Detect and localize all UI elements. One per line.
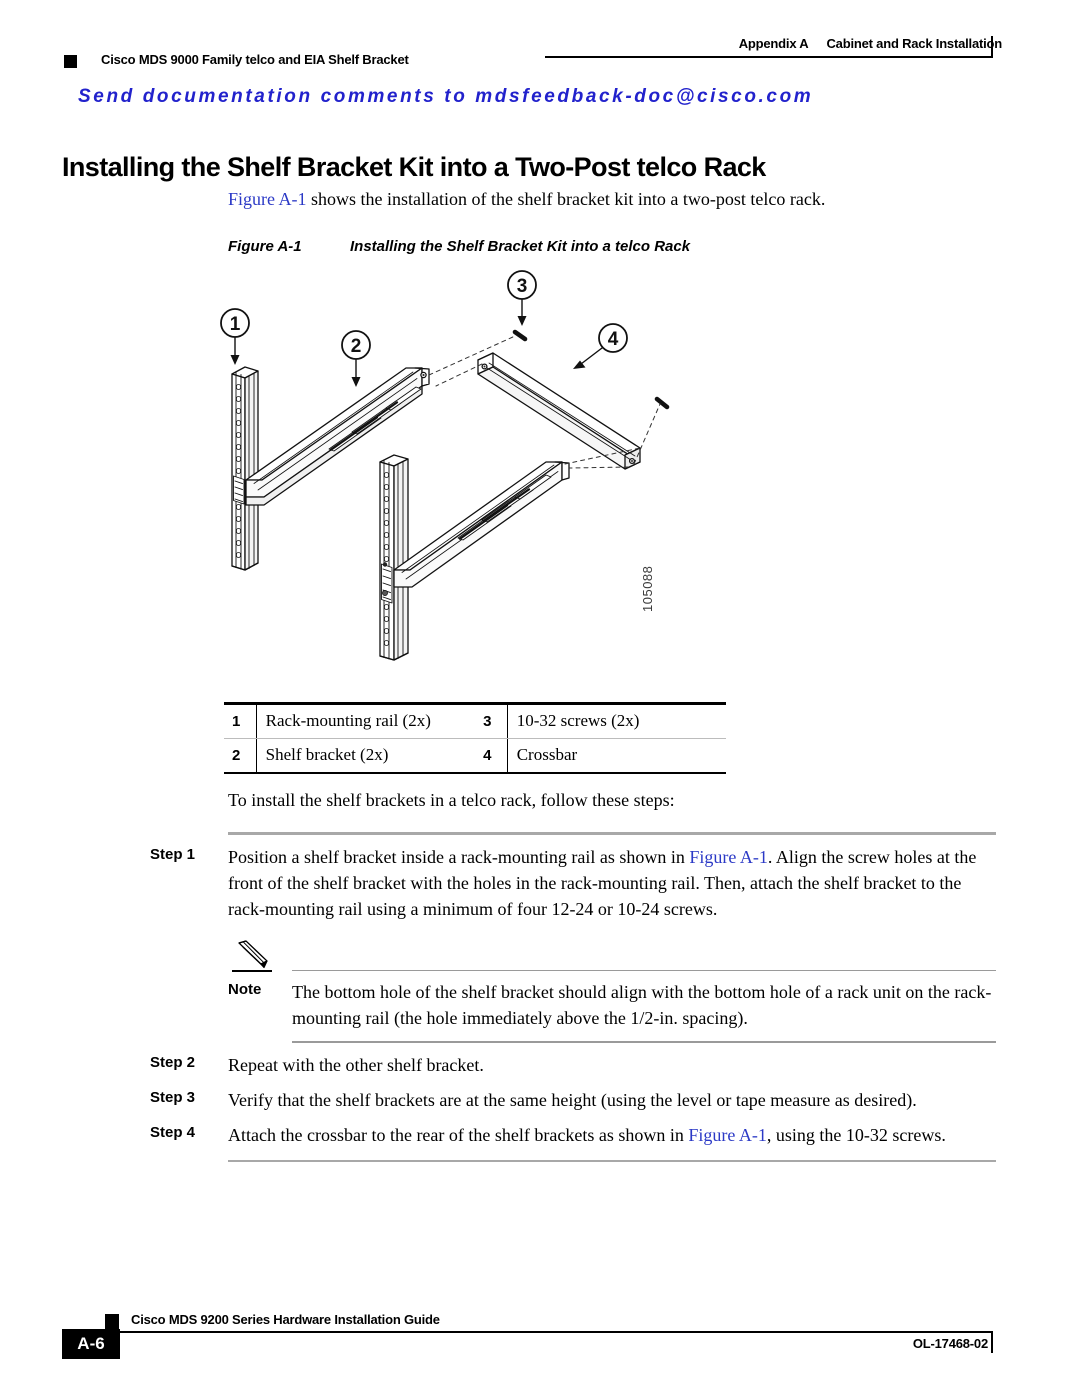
figure-caption-title: Installing the Shelf Bracket Kit into a … <box>350 238 691 255</box>
step-text: Position a shelf bracket inside a rack-m… <box>228 844 996 922</box>
figure-caption-number: Figure A-1 <box>228 238 302 255</box>
footer-rule <box>105 1331 992 1333</box>
step-text-post: , using the 10-32 screws. <box>766 1124 946 1145</box>
note-label: Note <box>228 981 262 998</box>
step-label: Step 2 <box>150 1053 196 1071</box>
table-row: 1 Rack-mounting rail (2x) 3 10-32 screws… <box>224 704 726 739</box>
step-text-pre: Attach the crossbar to the rear of the s… <box>228 1124 689 1145</box>
note-body: Note The bottom hole of the shelf bracke… <box>228 972 996 1031</box>
step-text-pre: Position a shelf bracket inside a rack-m… <box>228 847 690 867</box>
callout-3: 3 <box>507 270 537 326</box>
legend-number: 4 <box>475 738 508 772</box>
page-header-right: Appendix A Cabinet and Rack Installation <box>739 36 1002 51</box>
rack-rail-middle <box>379 454 409 661</box>
step-text: Verify that the shelf brackets are at th… <box>228 1087 996 1113</box>
legend-number: 3 <box>475 704 508 739</box>
intro-text: shows the installation of the shelf brac… <box>306 189 826 209</box>
step-label: Step 3 <box>150 1088 196 1106</box>
note-bottom-rule <box>292 1041 996 1043</box>
step-text: Repeat with the other shelf bracket. <box>228 1052 996 1078</box>
figure-xref-link[interactable]: Figure A-1 <box>688 1125 767 1145</box>
document-page: Appendix A Cabinet and Rack Installation … <box>0 0 1080 1397</box>
shelf-bracket-lower <box>393 461 570 588</box>
svg-text:1: 1 <box>230 314 241 335</box>
figure-graphic-id: 105088 <box>640 565 655 612</box>
legend-label: Crossbar <box>516 745 578 764</box>
figure-xref-link[interactable]: Figure A-1 <box>228 189 307 209</box>
step-2: Step 2 Repeat with the other shelf brack… <box>150 1043 996 1078</box>
footer-book-title: Cisco MDS 9200 Series Hardware Installat… <box>131 1312 440 1327</box>
step-3: Step 3 Verify that the shelf brackets ar… <box>150 1078 996 1113</box>
footer-bullet-square-icon <box>105 1314 119 1330</box>
footer-page-number: A-6 <box>77 1334 105 1353</box>
step-text-pre: Verify that the shelf brackets are at th… <box>228 1089 917 1110</box>
intro-paragraph: Figure A-1 shows the installation of the… <box>228 186 996 212</box>
legend-number: 1 <box>224 704 257 739</box>
figure-xref-link[interactable]: Figure A-1 <box>689 847 768 867</box>
note-icon-underline <box>232 969 272 972</box>
procedure-steps: Step 1 Position a shelf bracket inside a… <box>150 832 996 1162</box>
figure-caption: Figure A-1 Installing the Shelf Bracket K… <box>228 238 690 255</box>
pencil-icon <box>228 938 292 972</box>
step-4: Step 4 Attach the crossbar to the rear o… <box>150 1113 996 1148</box>
header-edge-tick <box>991 36 993 58</box>
header-bullet-square-icon <box>64 55 77 68</box>
step-label: Step 1 <box>150 846 196 863</box>
legend-label: 10-32 screws (2x) <box>507 704 726 739</box>
note-block: Note The bottom hole of the shelf bracke… <box>228 938 996 1043</box>
callout-4: 4 <box>573 323 628 369</box>
step-1: Step 1 Position a shelf bracket inside a… <box>150 835 996 922</box>
svg-text:2: 2 <box>351 336 362 357</box>
note-top-rule <box>292 969 996 971</box>
figure-illustration: 1 2 3 4 <box>210 268 690 678</box>
legend-bottom-rule <box>224 771 726 774</box>
legend-label: Shelf bracket (2x) <box>265 745 389 764</box>
header-rule <box>545 56 992 58</box>
step-text: Attach the crossbar to the rear of the s… <box>228 1122 996 1148</box>
legend-label: Rack-mounting rail (2x) <box>256 704 476 739</box>
svg-text:3: 3 <box>517 276 528 297</box>
figure-legend-table: 1 Rack-mounting rail (2x) 3 10-32 screws… <box>224 702 726 774</box>
step-label: Step 4 <box>150 1123 196 1141</box>
rack-rail-left <box>231 366 259 571</box>
steps-bottom-rule <box>228 1159 996 1162</box>
header-appendix: Appendix A <box>738 36 809 51</box>
table-row: 2 Shelf bracket (2x) 4 Crossbar <box>224 738 726 772</box>
note-text: The bottom hole of the shelf bracket sho… <box>292 982 992 1028</box>
footer-doc-id: OL-17468-02 <box>912 1336 988 1351</box>
header-section: Cabinet and Rack Installation <box>826 36 1002 51</box>
crossbar <box>477 352 641 470</box>
feedback-banner: Send documentation comments to mdsfeedba… <box>78 86 814 107</box>
header-book-section: Cisco MDS 9000 Family telco and EIA Shel… <box>101 52 409 67</box>
procedure-leadin: To install the shelf brackets in a telco… <box>228 790 675 810</box>
footer-edge-tick <box>991 1331 993 1353</box>
page-title: Installing the Shelf Bracket Kit into a … <box>62 152 766 183</box>
callout-2: 2 <box>341 330 371 387</box>
svg-text:4: 4 <box>608 329 619 350</box>
callout-1: 1 <box>220 308 250 365</box>
step-text-pre: Repeat with the other shelf bracket. <box>228 1054 484 1075</box>
note-header <box>228 938 996 972</box>
legend-number: 2 <box>224 738 257 772</box>
